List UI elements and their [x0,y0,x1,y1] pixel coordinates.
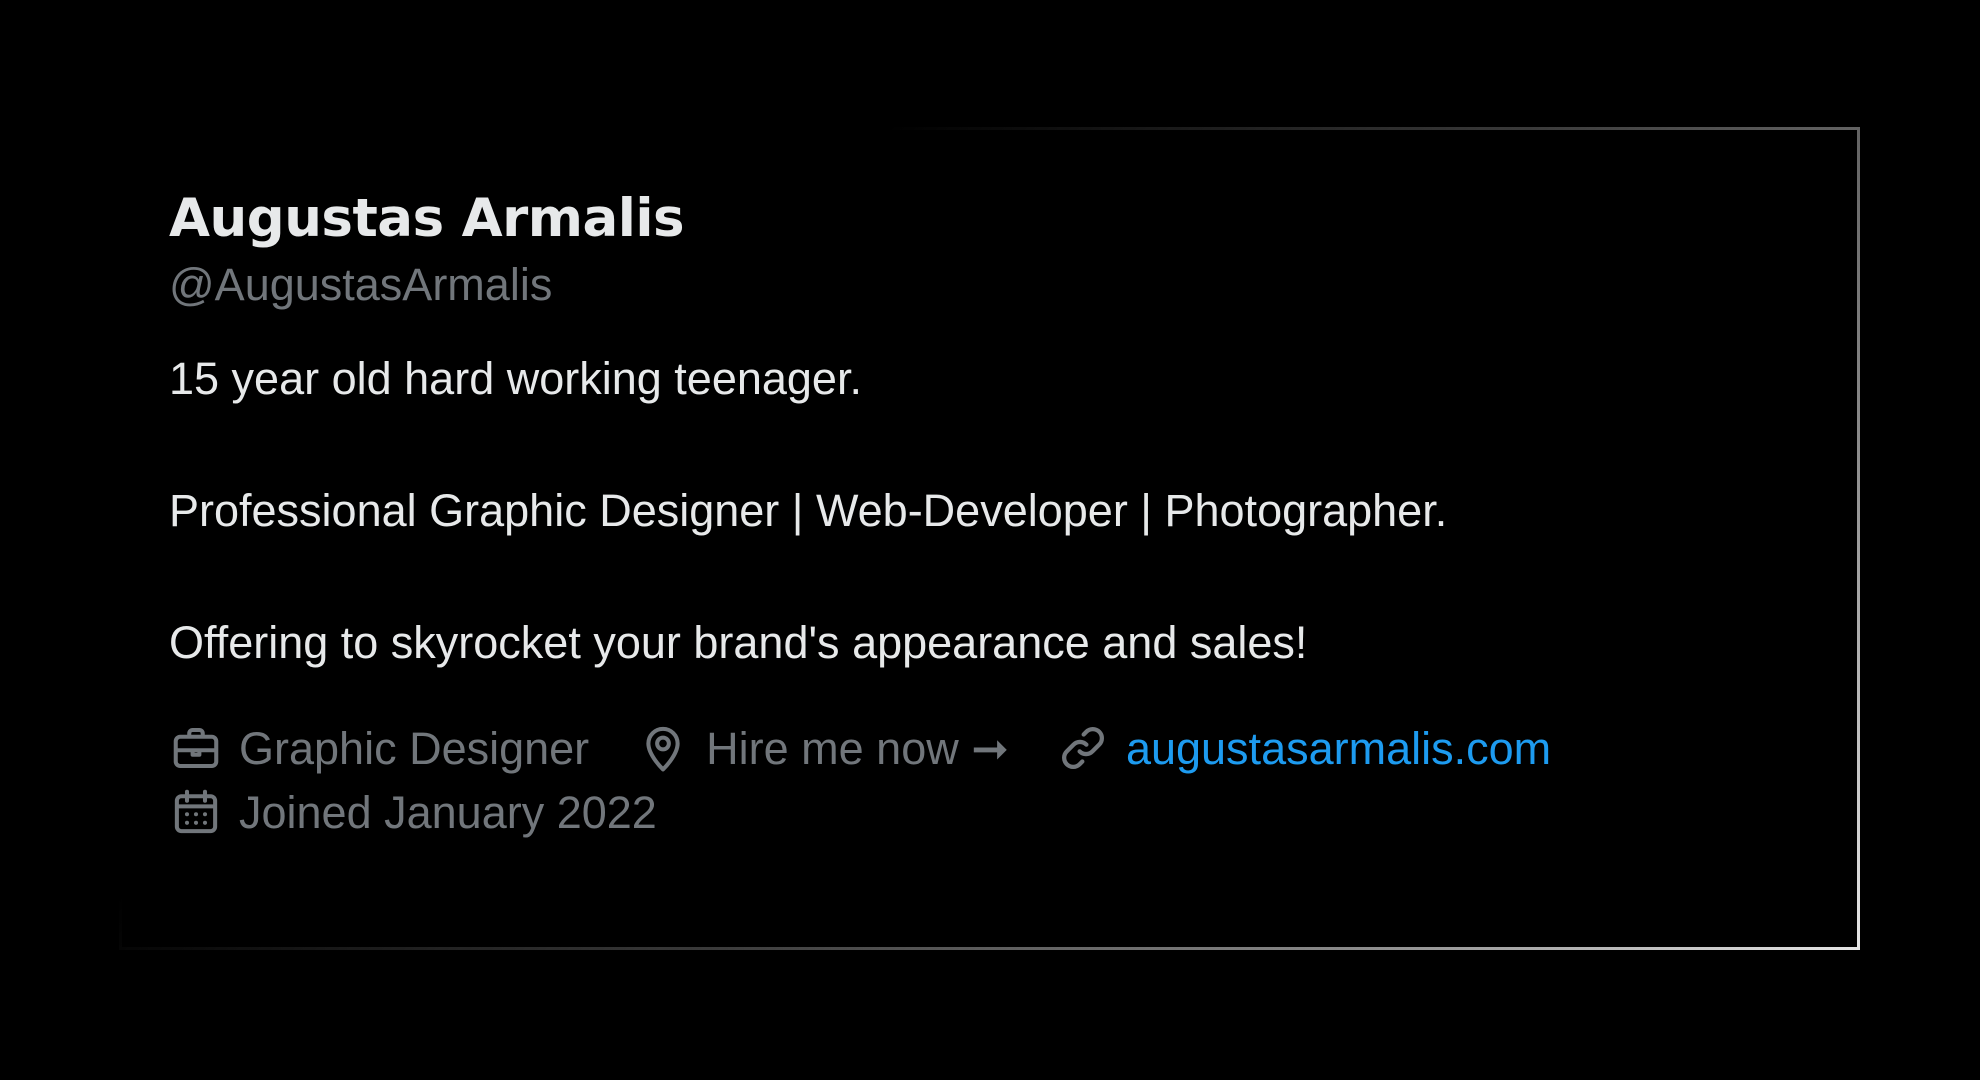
profile-card: Augustas Armalis @AugustasArmalis 15 yea… [119,127,1860,950]
profile-header: Augustas Armalis @AugustasArmalis 15 yea… [169,192,1817,844]
profile-bio: 15 year old hard working teenager. Profe… [169,356,1817,666]
profession-item: Graphic Designer [169,721,589,775]
calendar-icon [169,785,223,839]
profession-label: Graphic Designer [239,722,590,774]
profile-meta-row-2: Joined January 2022 [169,780,1817,844]
location-item: Hire me now ➞ [636,721,1009,775]
bio-line-3: Offering to skyrocket your brand's appea… [169,617,1308,668]
bio-line-2: Professional Graphic Designer | Web-Deve… [169,485,1448,536]
bio-line-1: 15 year old hard working teenager. [169,353,862,404]
location-label: Hire me now ➞ [706,722,1009,774]
briefcase-icon [169,721,223,775]
website-link[interactable]: augustasarmalis.com [1126,726,1551,771]
joined-item: Joined January 2022 [169,785,657,839]
joined-date: Joined January 2022 [239,786,657,838]
username-handle: @AugustasArmalis [169,259,553,310]
profile-meta-row: Graphic Designer Hire me now ➞ augustasa… [169,716,1817,780]
website-item: augustasarmalis.com [1056,721,1551,775]
link-icon [1056,721,1110,775]
location-pin-icon [636,721,690,775]
display-name: Augustas Armalis [169,188,685,249]
